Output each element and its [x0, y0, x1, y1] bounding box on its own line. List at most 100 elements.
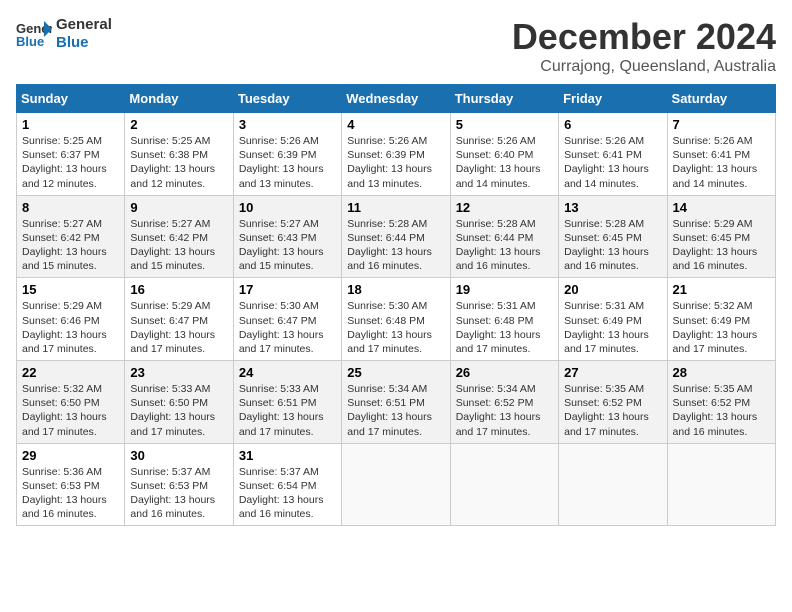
day-cell: 2 Sunrise: 5:25 AMSunset: 6:38 PMDayligh…: [125, 113, 233, 196]
day-cell: 27 Sunrise: 5:35 AMSunset: 6:52 PMDaylig…: [559, 361, 667, 444]
day-detail: Sunrise: 5:35 AMSunset: 6:52 PMDaylight:…: [564, 383, 649, 438]
day-detail: Sunrise: 5:29 AMSunset: 6:45 PMDaylight:…: [673, 218, 758, 273]
week-row-1: 1 Sunrise: 5:25 AMSunset: 6:37 PMDayligh…: [17, 113, 776, 196]
day-detail: Sunrise: 5:26 AMSunset: 6:41 PMDaylight:…: [564, 135, 649, 190]
day-cell: 29 Sunrise: 5:36 AMSunset: 6:53 PMDaylig…: [17, 443, 125, 526]
day-cell: [667, 443, 775, 526]
day-cell: 11 Sunrise: 5:28 AMSunset: 6:44 PMDaylig…: [342, 195, 450, 278]
day-cell: 28 Sunrise: 5:35 AMSunset: 6:52 PMDaylig…: [667, 361, 775, 444]
week-row-4: 22 Sunrise: 5:32 AMSunset: 6:50 PMDaylig…: [17, 361, 776, 444]
logo-icon: General Blue: [16, 19, 52, 49]
day-number: 4: [347, 117, 444, 132]
day-number: 7: [673, 117, 770, 132]
logo-line1: General: [56, 16, 112, 34]
day-number: 14: [673, 200, 770, 215]
day-detail: Sunrise: 5:31 AMSunset: 6:49 PMDaylight:…: [564, 300, 649, 355]
col-header-tuesday: Tuesday: [233, 85, 341, 113]
day-number: 2: [130, 117, 227, 132]
day-cell: 30 Sunrise: 5:37 AMSunset: 6:53 PMDaylig…: [125, 443, 233, 526]
day-detail: Sunrise: 5:27 AMSunset: 6:42 PMDaylight:…: [130, 218, 215, 273]
day-detail: Sunrise: 5:33 AMSunset: 6:51 PMDaylight:…: [239, 383, 324, 438]
day-cell: 17 Sunrise: 5:30 AMSunset: 6:47 PMDaylig…: [233, 278, 341, 361]
col-header-sunday: Sunday: [17, 85, 125, 113]
logo: General Blue General Blue: [16, 16, 112, 52]
day-number: 26: [456, 365, 553, 380]
day-number: 24: [239, 365, 336, 380]
day-cell: 18 Sunrise: 5:30 AMSunset: 6:48 PMDaylig…: [342, 278, 450, 361]
day-number: 27: [564, 365, 661, 380]
day-number: 16: [130, 282, 227, 297]
day-number: 11: [347, 200, 444, 215]
day-cell: 22 Sunrise: 5:32 AMSunset: 6:50 PMDaylig…: [17, 361, 125, 444]
day-detail: Sunrise: 5:32 AMSunset: 6:49 PMDaylight:…: [673, 300, 758, 355]
header: General Blue General Blue December 2024 …: [16, 16, 776, 76]
day-number: 17: [239, 282, 336, 297]
day-detail: Sunrise: 5:26 AMSunset: 6:39 PMDaylight:…: [347, 135, 432, 190]
logo-line2: Blue: [56, 34, 112, 52]
day-cell: 26 Sunrise: 5:34 AMSunset: 6:52 PMDaylig…: [450, 361, 558, 444]
day-detail: Sunrise: 5:29 AMSunset: 6:46 PMDaylight:…: [22, 300, 107, 355]
calendar: SundayMondayTuesdayWednesdayThursdayFrid…: [16, 84, 776, 526]
day-number: 12: [456, 200, 553, 215]
col-header-saturday: Saturday: [667, 85, 775, 113]
day-cell: 15 Sunrise: 5:29 AMSunset: 6:46 PMDaylig…: [17, 278, 125, 361]
day-detail: Sunrise: 5:26 AMSunset: 6:41 PMDaylight:…: [673, 135, 758, 190]
day-detail: Sunrise: 5:27 AMSunset: 6:43 PMDaylight:…: [239, 218, 324, 273]
day-number: 10: [239, 200, 336, 215]
title-area: December 2024 Currajong, Queensland, Aus…: [512, 16, 776, 76]
day-detail: Sunrise: 5:30 AMSunset: 6:48 PMDaylight:…: [347, 300, 432, 355]
day-cell: 12 Sunrise: 5:28 AMSunset: 6:44 PMDaylig…: [450, 195, 558, 278]
week-row-2: 8 Sunrise: 5:27 AMSunset: 6:42 PMDayligh…: [17, 195, 776, 278]
day-number: 13: [564, 200, 661, 215]
day-cell: 19 Sunrise: 5:31 AMSunset: 6:48 PMDaylig…: [450, 278, 558, 361]
day-number: 15: [22, 282, 119, 297]
day-detail: Sunrise: 5:28 AMSunset: 6:44 PMDaylight:…: [456, 218, 541, 273]
col-header-friday: Friday: [559, 85, 667, 113]
day-cell: [342, 443, 450, 526]
day-detail: Sunrise: 5:25 AMSunset: 6:37 PMDaylight:…: [22, 135, 107, 190]
day-cell: 13 Sunrise: 5:28 AMSunset: 6:45 PMDaylig…: [559, 195, 667, 278]
day-cell: 31 Sunrise: 5:37 AMSunset: 6:54 PMDaylig…: [233, 443, 341, 526]
day-detail: Sunrise: 5:28 AMSunset: 6:44 PMDaylight:…: [347, 218, 432, 273]
day-detail: Sunrise: 5:31 AMSunset: 6:48 PMDaylight:…: [456, 300, 541, 355]
day-number: 25: [347, 365, 444, 380]
col-header-wednesday: Wednesday: [342, 85, 450, 113]
day-detail: Sunrise: 5:34 AMSunset: 6:51 PMDaylight:…: [347, 383, 432, 438]
day-detail: Sunrise: 5:26 AMSunset: 6:39 PMDaylight:…: [239, 135, 324, 190]
day-cell: 24 Sunrise: 5:33 AMSunset: 6:51 PMDaylig…: [233, 361, 341, 444]
day-cell: 1 Sunrise: 5:25 AMSunset: 6:37 PMDayligh…: [17, 113, 125, 196]
day-cell: 16 Sunrise: 5:29 AMSunset: 6:47 PMDaylig…: [125, 278, 233, 361]
day-cell: 4 Sunrise: 5:26 AMSunset: 6:39 PMDayligh…: [342, 113, 450, 196]
day-cell: [450, 443, 558, 526]
day-number: 5: [456, 117, 553, 132]
day-number: 9: [130, 200, 227, 215]
day-number: 23: [130, 365, 227, 380]
day-cell: 7 Sunrise: 5:26 AMSunset: 6:41 PMDayligh…: [667, 113, 775, 196]
day-detail: Sunrise: 5:28 AMSunset: 6:45 PMDaylight:…: [564, 218, 649, 273]
day-cell: 6 Sunrise: 5:26 AMSunset: 6:41 PMDayligh…: [559, 113, 667, 196]
day-number: 19: [456, 282, 553, 297]
day-cell: 5 Sunrise: 5:26 AMSunset: 6:40 PMDayligh…: [450, 113, 558, 196]
day-number: 29: [22, 448, 119, 463]
day-detail: Sunrise: 5:26 AMSunset: 6:40 PMDaylight:…: [456, 135, 541, 190]
day-number: 18: [347, 282, 444, 297]
day-detail: Sunrise: 5:37 AMSunset: 6:53 PMDaylight:…: [130, 466, 215, 521]
month-title: December 2024: [512, 16, 776, 58]
day-detail: Sunrise: 5:27 AMSunset: 6:42 PMDaylight:…: [22, 218, 107, 273]
week-row-3: 15 Sunrise: 5:29 AMSunset: 6:46 PMDaylig…: [17, 278, 776, 361]
day-cell: 25 Sunrise: 5:34 AMSunset: 6:51 PMDaylig…: [342, 361, 450, 444]
day-number: 28: [673, 365, 770, 380]
header-row: SundayMondayTuesdayWednesdayThursdayFrid…: [17, 85, 776, 113]
day-detail: Sunrise: 5:32 AMSunset: 6:50 PMDaylight:…: [22, 383, 107, 438]
day-number: 22: [22, 365, 119, 380]
day-cell: 9 Sunrise: 5:27 AMSunset: 6:42 PMDayligh…: [125, 195, 233, 278]
day-cell: 14 Sunrise: 5:29 AMSunset: 6:45 PMDaylig…: [667, 195, 775, 278]
day-number: 6: [564, 117, 661, 132]
day-cell: 8 Sunrise: 5:27 AMSunset: 6:42 PMDayligh…: [17, 195, 125, 278]
day-detail: Sunrise: 5:34 AMSunset: 6:52 PMDaylight:…: [456, 383, 541, 438]
day-number: 31: [239, 448, 336, 463]
day-detail: Sunrise: 5:33 AMSunset: 6:50 PMDaylight:…: [130, 383, 215, 438]
col-header-monday: Monday: [125, 85, 233, 113]
day-detail: Sunrise: 5:29 AMSunset: 6:47 PMDaylight:…: [130, 300, 215, 355]
day-cell: 21 Sunrise: 5:32 AMSunset: 6:49 PMDaylig…: [667, 278, 775, 361]
